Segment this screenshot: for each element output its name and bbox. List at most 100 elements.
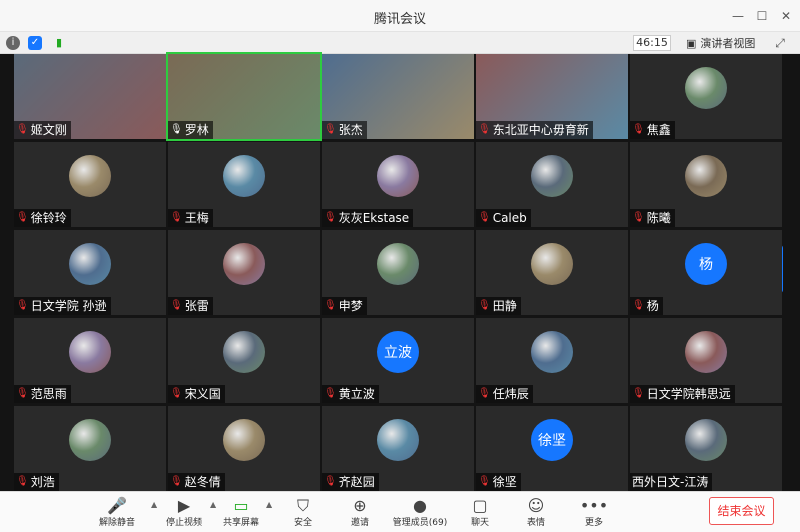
more-button[interactable]: ••• 更多 — [570, 496, 618, 530]
manage-members-label: 管理成员(69) — [392, 518, 448, 528]
participant-name-tag: 🎙 灰灰Ekstase — [322, 209, 414, 227]
minimize-icon[interactable]: — — [728, 6, 748, 26]
participant-tile[interactable]: 🎙 东北亚中心毋育新 — [476, 54, 628, 139]
participant-tile[interactable]: 🎙 灰灰Ekstase — [322, 142, 474, 227]
fullscreen-icon[interactable]: ⤢ — [772, 35, 788, 51]
participant-tile[interactable]: 🎙 姬文刚 — [14, 54, 166, 139]
participant-name: 范思雨 — [30, 387, 67, 401]
participant-tile[interactable]: 🎙 刘浩 — [14, 406, 166, 491]
participant-tile[interactable]: 🎙 焦鑫 — [630, 54, 782, 139]
security-button[interactable]: ⛉ 安全 — [279, 496, 327, 530]
audio-options-caret[interactable]: ▲ — [151, 500, 157, 509]
mic-muted-icon: 🎙 — [170, 388, 183, 399]
unmute-button[interactable]: 🎤 解除静音 — [93, 496, 141, 530]
video-options-caret[interactable]: ▲ — [210, 500, 216, 509]
participant-name: 日文学院韩思远 — [646, 387, 731, 401]
participant-tile[interactable]: 🎙 齐赵园 — [322, 406, 474, 491]
mic-muted-icon: 🎙 — [16, 300, 29, 311]
participant-avatar — [685, 155, 727, 197]
participant-tile[interactable]: 西外日文-江涛 — [630, 406, 782, 491]
participant-name-tag: 西外日文-江涛 — [630, 473, 713, 491]
participant-avatar — [223, 243, 265, 285]
participant-tile[interactable]: 徐坚 🎙 徐坚 — [476, 406, 628, 491]
mic-muted-icon: 🎙 — [170, 300, 183, 311]
more-label: 更多 — [584, 518, 603, 528]
mic-muted-icon: 🎙 — [324, 388, 337, 399]
participant-name-tag: 🎙 张雷 — [168, 297, 213, 315]
participant-name-tag: 🎙 刘浩 — [14, 473, 59, 491]
close-icon[interactable]: ✕ — [776, 6, 796, 26]
participant-tile[interactable]: 🎙 徐铃玲 — [14, 142, 166, 227]
participant-name-tag: 🎙 王梅 — [168, 209, 213, 227]
invite-label: 邀请 — [350, 518, 369, 528]
participant-name-tag: 🎙 陈曦 — [630, 209, 675, 227]
participant-tile[interactable]: 🎙 任炜辰 — [476, 318, 628, 403]
manage-members-button[interactable]: ● 管理成员(69) — [392, 496, 448, 530]
participant-tile[interactable]: 杨 🎙 杨 — [630, 230, 782, 315]
participant-avatar — [223, 155, 265, 197]
participant-name: 黄立波 — [338, 387, 375, 401]
mic-muted-icon: 🎙 — [478, 212, 491, 223]
participant-name: 齐赵园 — [338, 475, 375, 489]
participant-name-tag: 🎙 张杰 — [322, 121, 367, 139]
speaker-view-label: 演讲者视图 — [700, 37, 756, 50]
add-user-icon: ⊕ — [353, 496, 367, 515]
participant-tile[interactable]: 🎙 陈曦 — [630, 142, 782, 227]
participant-name: 申梦 — [338, 299, 363, 313]
participant-name-tag: 🎙 任炜辰 — [476, 385, 533, 403]
participant-name-tag: 🎙 赵冬倩 — [168, 473, 225, 491]
participant-tile[interactable]: 🎙 田静 — [476, 230, 628, 315]
participant-name-tag: 🎙 罗林 — [168, 121, 213, 139]
participant-tile[interactable]: 🎙 宋义国 — [168, 318, 320, 403]
mic-muted-icon: 🎙 — [478, 476, 491, 487]
info-icon[interactable]: i — [6, 36, 20, 50]
mic-muted-icon: 🎙 — [16, 388, 29, 399]
participant-tile[interactable]: 🎙 日文学院韩思远 — [630, 318, 782, 403]
participant-tile[interactable]: 🎙 张杰 — [322, 54, 474, 139]
members-icon: ● — [413, 496, 427, 515]
mic-muted-icon: 🎙 — [16, 476, 29, 487]
mic-muted-icon: 🎙 — [632, 388, 645, 399]
participant-tile[interactable]: 🎙 张雷 — [168, 230, 320, 315]
participant-name: 张雷 — [184, 299, 209, 313]
share-options-caret[interactable]: ▲ — [266, 500, 272, 509]
participant-tile[interactable]: 🎙 日文学院 孙逊 — [14, 230, 166, 315]
mic-muted-icon: 🎙 — [632, 124, 645, 135]
stop-video-button[interactable]: ▶ 停止视频 — [160, 496, 208, 530]
participant-tile[interactable]: 🎙 赵冬倩 — [168, 406, 320, 491]
share-screen-button[interactable]: ▭ 共享屏幕 — [217, 496, 265, 530]
participant-name-tag: 🎙 日文学院韩思远 — [630, 385, 735, 403]
participant-avatar — [69, 243, 111, 285]
participant-avatar — [69, 331, 111, 373]
camera-icon: ▶ — [177, 496, 191, 515]
participant-name: 姬文刚 — [30, 123, 67, 137]
maximize-icon[interactable]: ☐ — [752, 6, 772, 26]
share-screen-label: 共享屏幕 — [222, 518, 259, 528]
chat-button[interactable]: ▢ 聊天 — [456, 496, 504, 530]
shield-icon[interactable]: ✓ — [28, 36, 42, 50]
participant-name: 任炜辰 — [492, 387, 529, 401]
participant-name-tag: 🎙 Caleb — [476, 209, 531, 227]
participant-tile[interactable]: 立波 🎙 黄立波 — [322, 318, 474, 403]
shield-icon: ⛉ — [296, 496, 309, 515]
participant-name-tag: 🎙 田静 — [476, 297, 521, 315]
participant-avatar — [377, 419, 419, 461]
participant-name-tag: 🎙 齐赵园 — [322, 473, 379, 491]
end-meeting-button[interactable]: 结束会议 — [709, 497, 774, 525]
participant-avatar — [685, 331, 727, 373]
participant-tile[interactable]: 🎙 申梦 — [322, 230, 474, 315]
participant-name: 焦鑫 — [646, 123, 671, 137]
invite-button[interactable]: ⊕ 邀请 — [336, 496, 384, 530]
participant-name: 宋义国 — [184, 387, 221, 401]
participant-name-tag: 🎙 徐坚 — [476, 473, 521, 491]
participant-avatar — [531, 331, 573, 373]
speaker-view-button[interactable]: ▣ 演讲者视图 — [686, 35, 755, 51]
participant-tile[interactable]: 🎙 罗林 — [166, 52, 322, 141]
reactions-button[interactable]: ☺ 表情 — [512, 496, 560, 530]
participant-tile[interactable]: 🎙 Caleb — [476, 142, 628, 227]
participant-name-tag: 🎙 徐铃玲 — [14, 209, 71, 227]
participant-tile[interactable]: 🎙 王梅 — [168, 142, 320, 227]
participant-name-tag: 🎙 黄立波 — [322, 385, 379, 403]
signal-icon[interactable]: ▮ — [52, 36, 66, 50]
participant-tile[interactable]: 🎙 范思雨 — [14, 318, 166, 403]
